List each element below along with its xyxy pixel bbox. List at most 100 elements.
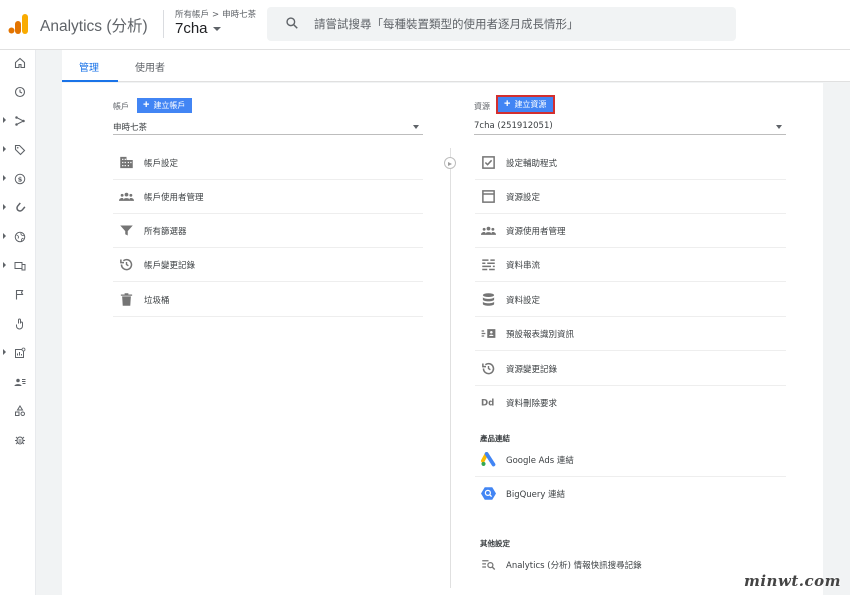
- property-select[interactable]: 7cha (251912051): [474, 121, 786, 135]
- caret-down-icon: [776, 125, 782, 129]
- breadcrumb[interactable]: 所有帳戶 > 申時七茶: [175, 8, 256, 20]
- database-icon: [482, 293, 495, 306]
- account-select[interactable]: 申時七茶: [113, 121, 423, 135]
- account-select-value: 申時七茶: [113, 123, 148, 133]
- search-list-icon: [482, 560, 496, 570]
- property-column-label: 資源: [474, 102, 490, 111]
- nav-monetization[interactable]: $: [0, 168, 36, 190]
- account-access-label: 帳戶使用者管理: [144, 193, 204, 203]
- bigquery-link-label: BigQuery 連結: [506, 490, 566, 500]
- dd-icon: Dd: [481, 399, 494, 409]
- magnet-icon: [16, 202, 26, 212]
- google-ads-link-row[interactable]: Google Ads 連結: [475, 443, 786, 477]
- nav-user[interactable]: [0, 110, 36, 132]
- checkbox-icon: [482, 156, 495, 169]
- expand-arrow-icon[interactable]: [3, 349, 6, 355]
- nav-realtime[interactable]: [0, 81, 36, 103]
- window-icon: [482, 190, 495, 203]
- google-ads-link-label: Google Ads 連結: [506, 456, 574, 466]
- caret-down-icon: [413, 125, 419, 129]
- setup-assistant-label: 設定輔助程式: [506, 159, 558, 169]
- search-bar[interactable]: 請嘗試搜尋「每種裝置類型的使用者逐月成長情形」: [267, 7, 736, 41]
- breadcrumb-account[interactable]: 申時七茶: [222, 10, 256, 20]
- expand-arrow-icon[interactable]: [3, 233, 6, 239]
- setup-assistant-row[interactable]: 設定輔助程式: [475, 146, 786, 180]
- left-nav-rail: $: [0, 50, 36, 595]
- caret-down-icon: [212, 27, 221, 32]
- plus-icon: +: [504, 98, 511, 110]
- trash-icon: [120, 293, 133, 306]
- property-settings-label: 資源設定: [506, 193, 541, 203]
- nav-explore[interactable]: [0, 342, 36, 364]
- create-account-button[interactable]: + 建立帳戶: [137, 98, 193, 113]
- data-settings-row[interactable]: 資料設定: [475, 283, 786, 317]
- insights-search-history-label: Analytics (分析) 情報快訊搜尋記錄: [506, 561, 642, 571]
- reporting-identity-label: 預設報表識別資訊: [506, 330, 575, 340]
- nav-engagement[interactable]: [0, 197, 36, 219]
- property-access-row[interactable]: 資源使用者管理: [475, 214, 786, 248]
- search-placeholder: 請嘗試搜尋「每種裝置類型的使用者逐月成長情形」: [314, 17, 579, 31]
- expand-arrow-icon[interactable]: [3, 117, 6, 123]
- tab-users-label: 使用者: [135, 63, 165, 74]
- nav-configure[interactable]: [0, 400, 36, 422]
- stream-icon: [482, 259, 495, 271]
- create-property-button[interactable]: + 建立資源: [495, 95, 556, 114]
- expand-arrow-icon[interactable]: [3, 146, 6, 152]
- breadcrumb-root[interactable]: 所有帳戶: [175, 10, 209, 20]
- admin-tabs: 管理 使用者: [62, 50, 850, 82]
- data-streams-label: 資料串流: [506, 261, 541, 271]
- account-change-history-row[interactable]: 帳戶變更記錄: [113, 248, 423, 282]
- active-tab-indicator: [62, 80, 118, 82]
- app-title[interactable]: Analytics (分析): [40, 14, 148, 36]
- property-picker[interactable]: 7cha: [175, 20, 221, 37]
- property-access-label: 資源使用者管理: [506, 227, 566, 237]
- account-access-row[interactable]: 帳戶使用者管理: [113, 180, 423, 214]
- account-change-history-label: 帳戶變更記錄: [144, 261, 196, 271]
- nav-demographics[interactable]: [0, 226, 36, 248]
- building-icon: [120, 156, 133, 169]
- watermark: minwt.com: [743, 572, 842, 590]
- data-deletion-row[interactable]: Dd 資料刪除要求: [475, 386, 786, 420]
- expand-arrow-icon[interactable]: [3, 204, 6, 210]
- tab-admin[interactable]: 管理: [79, 59, 99, 74]
- nav-home[interactable]: [0, 52, 36, 74]
- property-settings-row[interactable]: 資源設定: [475, 180, 786, 214]
- globe-icon: [14, 231, 26, 243]
- nav-conversions[interactable]: [0, 313, 36, 335]
- expand-arrow-icon[interactable]: [3, 175, 6, 181]
- arrow-right-circle-icon: [444, 157, 456, 169]
- data-deletion-label: 資料刪除要求: [506, 399, 558, 409]
- data-streams-row[interactable]: 資料串流: [475, 248, 786, 282]
- trash-label: 垃圾桶: [144, 296, 170, 306]
- trash-row[interactable]: 垃圾桶: [113, 283, 423, 317]
- touch-icon: [16, 318, 23, 330]
- nav-debug[interactable]: [0, 429, 36, 451]
- shapes-icon: [15, 405, 25, 416]
- property-name: 7cha: [175, 20, 208, 37]
- account-column-label: 帳戶: [113, 102, 129, 111]
- bigquery-icon: [481, 487, 496, 500]
- tab-admin-label: 管理: [79, 63, 99, 74]
- google-ads-icon: [481, 452, 496, 467]
- nav-events[interactable]: [0, 284, 36, 306]
- clock-icon: [14, 86, 26, 98]
- nav-acquisition[interactable]: [0, 139, 36, 161]
- nav-audiences[interactable]: [0, 371, 36, 393]
- property-change-history-label: 資源變更記錄: [506, 365, 558, 375]
- header-divider: [163, 10, 164, 38]
- account-settings-label: 帳戶設定: [144, 159, 179, 169]
- account-settings-row[interactable]: 帳戶設定: [113, 146, 423, 180]
- create-account-label: 建立帳戶: [153, 101, 186, 110]
- all-filters-row[interactable]: 所有篩選器: [113, 214, 423, 248]
- tab-users[interactable]: 使用者: [135, 59, 165, 74]
- bug-icon: [15, 436, 25, 445]
- nav-tech[interactable]: [0, 255, 36, 277]
- reporting-identity-row[interactable]: 預設報表識別資訊: [475, 317, 786, 351]
- property-change-history-row[interactable]: 資源變更記錄: [475, 352, 786, 386]
- create-property-label: 建立資源: [514, 100, 547, 109]
- expand-arrow-icon[interactable]: [3, 262, 6, 268]
- tag-icon: [14, 144, 26, 156]
- bigquery-link-row[interactable]: BigQuery 連結: [475, 477, 786, 511]
- analytics-logo-icon[interactable]: [8, 13, 30, 35]
- flag-icon: [15, 289, 24, 300]
